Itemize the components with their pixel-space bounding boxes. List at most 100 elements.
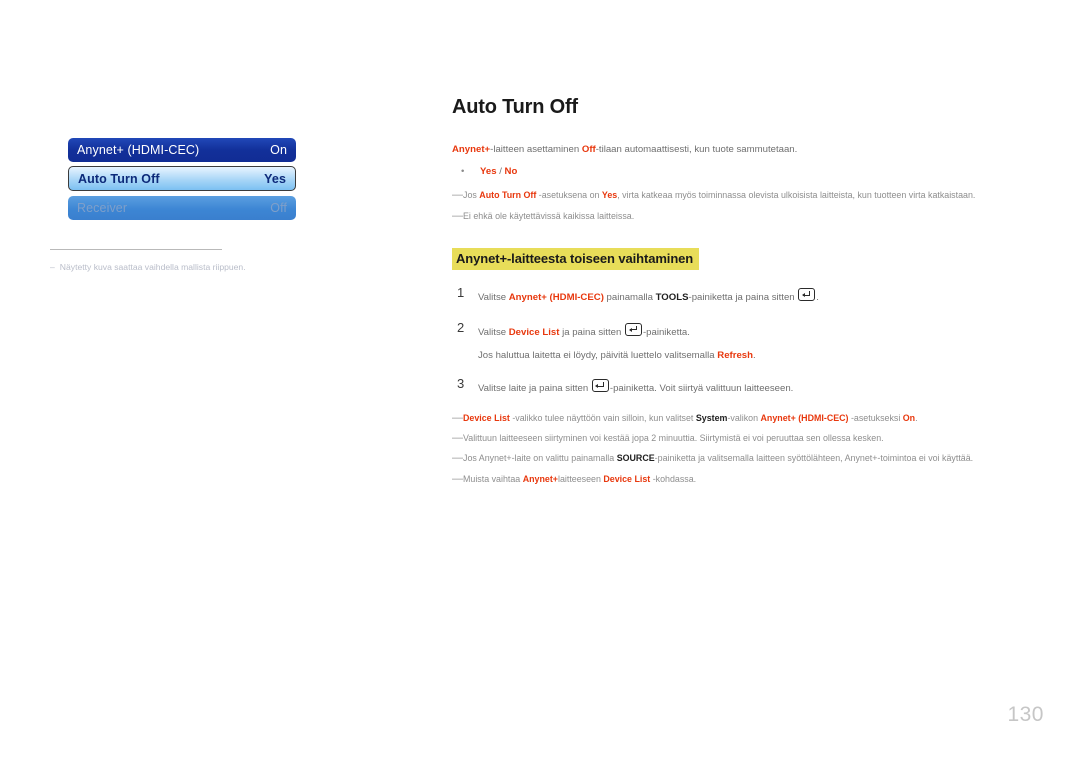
note-text: Ei ehkä ole käytettävissä kaikissa laitt… (463, 210, 1024, 223)
emphasis-bold: SOURCE (616, 453, 655, 464)
step-number: 3 (457, 376, 465, 392)
emphasis-red: Anynet+ (HDMI-CEC) (760, 412, 849, 423)
osd-menu-figure: Anynet+ (HDMI-CEC) On Auto Turn Off Yes Rece… (68, 138, 296, 224)
note-dash-icon: — (452, 209, 463, 222)
step-number: 1 (457, 285, 465, 301)
text-run: Jos haluttua laitetta ei löydy, päivitä … (478, 349, 718, 361)
note-dash-icon: — (452, 452, 463, 465)
page-title: Auto Turn Off (452, 96, 578, 118)
emphasis-bold: System (695, 412, 728, 423)
figure-caption: – Näytetty kuva saattaa vaihdella mallis… (50, 261, 300, 273)
bullet-dot-icon: • (461, 166, 465, 178)
options-bullet: • Yes / No (452, 166, 1024, 177)
footer-note-item: — Jos Anynet+-laite on valittu painamalla… (452, 452, 1024, 465)
osd-row-label: Auto Turn Off (78, 171, 160, 186)
emphasis-red: Anynet+ (522, 473, 558, 484)
text-run: / (496, 166, 505, 178)
note-text: Muista vaihtaa Anynet+laitteeseen Device… (463, 473, 1024, 486)
osd-row-label: Anynet+ (HDMI-CEC) (77, 143, 200, 157)
text-run: painamalla (603, 292, 656, 304)
emphasis-red: On (902, 412, 916, 423)
note-text: Valittuun laitteeseen siirtyminen voi ke… (463, 432, 1024, 445)
step-text: Valitse Device List ja paina sitten -pai… (478, 321, 1024, 340)
text-run: -laitteen asettaminen (490, 144, 582, 155)
osd-row-value: On (270, 143, 287, 157)
footer-note-item: — Device List -valikko tulee näyttöön vai… (452, 412, 1024, 425)
footer-notes-list: — Device List -valikko tulee näyttöön vai… (452, 412, 1024, 486)
text-run: -asetukseksi (848, 412, 903, 423)
osd-row-label: Receiver (77, 201, 128, 215)
note-dash-icon: — (452, 432, 463, 445)
text-run: -painiketta ja paina sitten (688, 292, 798, 304)
caption-dash-icon: – (50, 262, 55, 272)
text-run: , virta katkeaa myös toiminnassa olevist… (617, 190, 976, 201)
text-run: . (753, 349, 756, 361)
caption-divider (50, 249, 222, 250)
intro-note-item: — Ei ehkä ole käytettävissä kaikissa lait… (452, 210, 1024, 223)
text-run: -tilaan automaattisesti, kun tuote sammu… (595, 144, 798, 155)
enter-key-icon (624, 322, 642, 336)
emphasis-red: Anynet+ (452, 144, 491, 155)
step-item: 3 Valitse laite ja paina sitten -painiket… (452, 376, 1024, 396)
options-values: Yes / No (480, 166, 517, 177)
emphasis-red: Device List (603, 473, 651, 484)
osd-row-value: Yes (264, 171, 286, 186)
step-item: 1 Valitse Anynet+ (HDMI-CEC) painamalla T… (452, 285, 1024, 305)
enter-key-icon (591, 379, 609, 393)
emphasis-red: Refresh (717, 349, 753, 361)
note-text: Device List -valikko tulee näyttöön vain… (463, 412, 1024, 425)
text-run: laitteeseen (557, 473, 604, 484)
section-heading: Anynet+-laitteesta toiseen vaihtaminen (452, 248, 700, 271)
emphasis-red: Device List (463, 412, 510, 423)
note-dash-icon: — (452, 411, 463, 424)
text-run: Valitse (478, 292, 509, 304)
text-run: -kohdassa. (650, 473, 697, 484)
note-text: Jos Auto Turn Off -asetuksena on Yes, vi… (463, 189, 1024, 202)
emphasis-red: Yes (601, 190, 618, 201)
enter-key-icon (798, 288, 816, 302)
emphasis-red: Device List (508, 326, 560, 338)
note-text: Jos Anynet+-laite on valittu painamalla … (463, 452, 1024, 465)
intro-paragraph: Anynet+-laitteen asettaminen Off-tilaan … (452, 143, 1024, 157)
text-run: -valikon (727, 412, 761, 423)
intro-note-item: — Jos Auto Turn Off -asetuksena on Yes, v… (452, 189, 1024, 202)
step-item: 2 Valitse Device List ja paina sitten -pa… (452, 319, 1024, 340)
text-run: -valikko tulee näyttöön vain silloin, ku… (509, 412, 696, 423)
step-number: 2 (457, 319, 465, 335)
step-text: Valitse Anynet+ (HDMI-CEC) painamalla TO… (478, 286, 1024, 305)
osd-row-value: Off (270, 201, 287, 215)
caption-text: Näytetty kuva saattaa vaihdella mallista… (59, 262, 246, 272)
text-run: Ei ehkä ole käytettävissä kaikissa laitt… (463, 210, 635, 221)
main-content: Auto Turn Off Anynet+-laitteen asettamin… (452, 96, 1024, 493)
osd-row-receiver[interactable]: Receiver Off (68, 196, 296, 220)
text-run: Jos Anynet+-laite on valittu painamalla (463, 453, 617, 464)
osd-row-auto-turn-off[interactable]: Auto Turn Off Yes (68, 166, 296, 191)
emphasis-bold: TOOLS (655, 292, 689, 304)
text-run: . (915, 412, 918, 423)
text-run: Jos (463, 190, 480, 201)
emphasis-red: No (504, 166, 518, 178)
note-dash-icon: — (452, 472, 463, 485)
emphasis-red: Anynet+ (HDMI-CEC) (508, 292, 604, 304)
steps-list: 1 Valitse Anynet+ (HDMI-CEC) painamalla T… (452, 285, 1024, 397)
intro-notes-list: — Jos Auto Turn Off -asetuksena on Yes, v… (452, 189, 1024, 223)
text-run: -painiketta ja valitsemalla laitteen syö… (654, 453, 974, 464)
text-run: -painiketta. Voit siirtyä valittuun lait… (609, 383, 794, 395)
emphasis-red: Auto Turn Off (479, 190, 537, 201)
text-run: Valittuun laitteeseen siirtyminen voi ke… (463, 433, 884, 444)
emphasis-red: Off (581, 144, 596, 155)
step-substep-text: Jos haluttua laitetta ei löydy, päivitä … (478, 349, 1024, 363)
page-number: 130 (1007, 703, 1044, 726)
text-run: ja paina sitten (559, 326, 624, 338)
text-run: -asetuksena on (536, 190, 602, 201)
text-run: Muista vaihtaa (463, 473, 523, 484)
figure-caption-group: – Näytetty kuva saattaa vaihdella mallis… (50, 249, 300, 273)
osd-row-anynet-hdmi-cec[interactable]: Anynet+ (HDMI-CEC) On (68, 138, 296, 162)
note-dash-icon: — (452, 189, 463, 202)
footer-note-item: — Valittuun laitteeseen siirtyminen voi k… (452, 432, 1024, 445)
text-run: Valitse laite ja paina sitten (478, 383, 591, 395)
text-run: . (816, 292, 819, 304)
step-text: Valitse laite ja paina sitten -painikett… (478, 377, 1024, 396)
footer-note-item: — Muista vaihtaa Anynet+laitteeseen Devic… (452, 473, 1024, 486)
text-run: Valitse (478, 326, 509, 338)
